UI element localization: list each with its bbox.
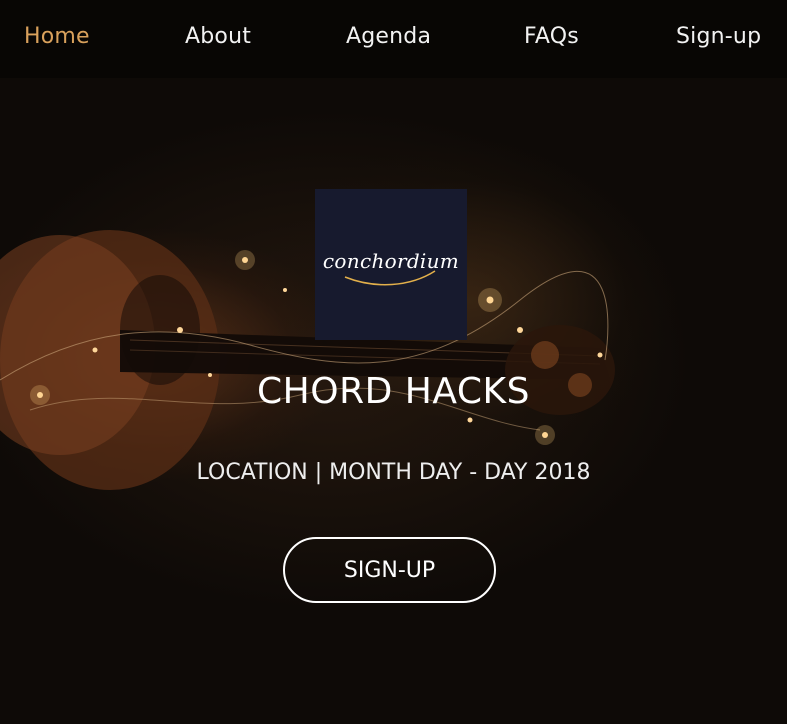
nav-item-sign-up[interactable]: Sign-up (676, 24, 761, 49)
event-title: CHORD HACKS (257, 371, 530, 412)
sign-up-button[interactable]: SIGN-UP (283, 537, 496, 603)
nav-item-about[interactable]: About (185, 24, 251, 49)
nav-item-home[interactable]: Home (24, 24, 90, 49)
violin-background-image (0, 230, 615, 490)
logo-wordmark: conchordium (322, 248, 460, 273)
nav-item-faqs[interactable]: FAQs (524, 24, 579, 49)
hero-page: Home About Agenda FAQs Sign-up conchordi… (0, 0, 787, 724)
event-location-date: LOCATION | MONTH DAY - DAY 2018 (196, 460, 591, 485)
conchordium-logo: conchordium (315, 189, 467, 340)
top-nav: Home About Agenda FAQs Sign-up (0, 0, 787, 78)
nav-item-agenda[interactable]: Agenda (346, 24, 431, 49)
